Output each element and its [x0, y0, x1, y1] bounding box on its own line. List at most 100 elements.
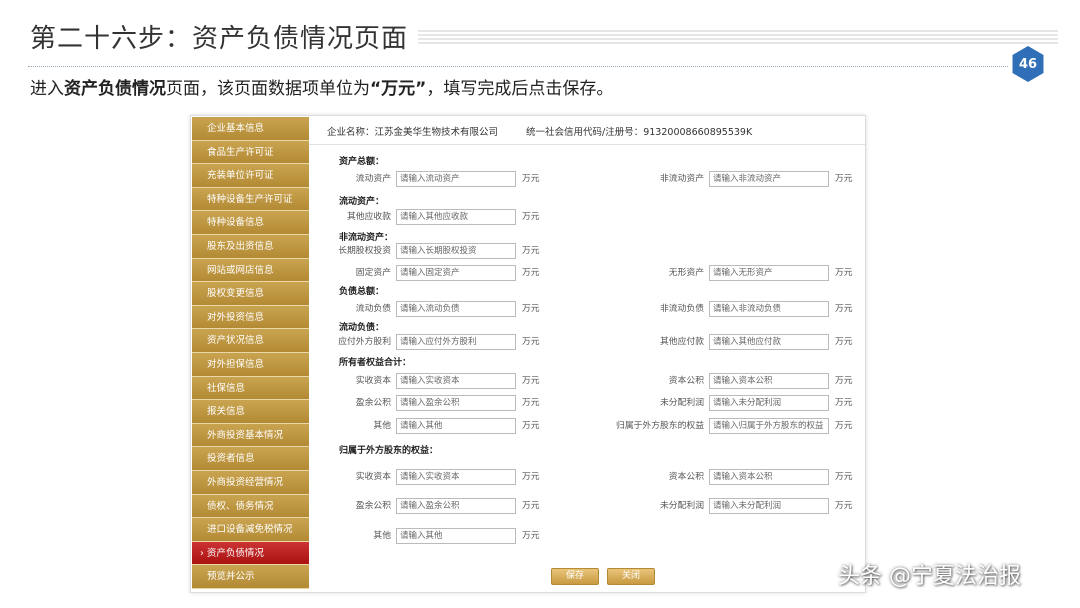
sidebar-item[interactable]: 对外担保信息	[192, 352, 309, 377]
field-input-r2a[interactable]	[396, 209, 516, 225]
sidebar-item[interactable]: 外商投资基本情况	[192, 423, 309, 448]
field-label: 实收资本	[355, 376, 391, 386]
unit-label: 万元	[522, 501, 540, 511]
title-decoration	[418, 30, 1058, 44]
section-current-liabilities: 流动负债：	[339, 323, 385, 333]
field-input-r8b[interactable]	[709, 395, 829, 411]
sidebar-item[interactable]: 特种设备信息	[192, 211, 309, 235]
unit-label: 万元	[522, 376, 540, 386]
sidebar-item[interactable]: 对外投资信息	[192, 305, 309, 330]
sidebar-item[interactable]: 外商投资经营情况	[192, 470, 309, 495]
field-label: 盈余公积	[355, 501, 391, 511]
sidebar-item[interactable]: 食品生产许可证	[192, 140, 309, 165]
unit-label: 万元	[522, 531, 540, 541]
credit-code: 统一社会信用代码/注册号：91320008660895539K	[526, 126, 753, 138]
field-input-r10b[interactable]	[709, 469, 829, 485]
field-input-r8a[interactable]	[396, 395, 516, 411]
unit-label: 万元	[835, 398, 853, 408]
unit-label: 万元	[835, 174, 853, 184]
sidebar-item[interactable]: 资产负债情况	[192, 541, 309, 566]
field-input-r5a[interactable]	[396, 301, 516, 317]
section-foreign-equity: 归属于外方股东的权益：	[339, 446, 439, 456]
close-button[interactable]: 关闭	[607, 568, 655, 585]
field-input-r3a[interactable]	[396, 243, 516, 259]
field-input-r7a[interactable]	[396, 373, 516, 389]
unit-label: 万元	[835, 337, 853, 347]
unit-label: 万元	[835, 421, 853, 431]
field-label: 资本公积	[668, 472, 704, 482]
sidebar-item[interactable]: 社保信息	[192, 376, 309, 401]
unit-label: 万元	[522, 472, 540, 482]
field-input-r4a[interactable]	[396, 265, 516, 281]
unit-label: 万元	[835, 268, 853, 278]
field-input-r9b[interactable]	[709, 418, 829, 434]
field-input-r1b[interactable]	[709, 171, 829, 187]
slide-subtitle: 进入资产负债情况页面，该页面数据项单位为“万元”，填写完成后点击保存。	[30, 74, 613, 99]
field-input-r9a[interactable]	[396, 418, 516, 434]
unit-label: 万元	[835, 376, 853, 386]
field-label: 其他应收款	[347, 212, 391, 222]
unit-label: 万元	[522, 337, 540, 347]
sidebar-item[interactable]: 投资者信息	[192, 447, 309, 471]
unit-label: 万元	[522, 398, 540, 408]
watermark: 头条 @宁夏法治报	[838, 564, 1021, 589]
section-owner-equity: 所有者权益合计：	[339, 358, 412, 368]
subtitle-mid: 页面，该页面数据项单位为	[166, 79, 370, 99]
section-current-assets: 流动资产：	[339, 197, 385, 207]
unit-label: 万元	[522, 174, 540, 184]
field-input-r7b[interactable]	[709, 373, 829, 389]
field-input-r11b[interactable]	[709, 498, 829, 514]
page-number-badge: 46	[1012, 46, 1044, 82]
section-total-assets: 资产总额：	[339, 157, 385, 167]
sidebar-item[interactable]: 充装单位许可证	[192, 164, 309, 188]
sidebar-item[interactable]: 债权、债务情况	[192, 494, 309, 519]
sidebar-nav: 企业基本信息 食品生产许可证 充装单位许可证 特种设备生产许可证 特种设备信息 股东及出资…	[192, 117, 309, 591]
field-label: 其他	[373, 421, 391, 431]
field-label: 应付外方股利	[338, 337, 391, 347]
subtitle-post: ，填写完成后点击保存。	[426, 79, 614, 99]
field-label: 非流动负债	[660, 304, 704, 314]
field-label: 资本公积	[668, 376, 704, 386]
field-label: 归属于外方股东的权益	[616, 421, 704, 431]
subtitle-bold-unit: “万元”	[370, 79, 427, 99]
unit-label: 万元	[522, 421, 540, 431]
unit-label: 万元	[522, 304, 540, 314]
sidebar-item[interactable]: 特种设备生产许可证	[192, 187, 309, 212]
field-input-r6a[interactable]	[396, 334, 516, 350]
subtitle-pre: 进入	[30, 79, 64, 99]
sidebar-item[interactable]: 企业基本信息	[192, 117, 309, 141]
sidebar-item[interactable]: 进口设备减免税情况	[192, 518, 309, 542]
field-label: 无形资产	[668, 268, 704, 278]
sidebar-item[interactable]: 股权变更信息	[192, 282, 309, 306]
main-panel: 企业名称：江苏金美华生物技术有限公司 统一社会信用代码/注册号：91320008…	[309, 117, 865, 591]
subtitle-bold-page: 资产负债情况	[64, 79, 166, 99]
slide-title: 第二十六步：资产负债情况页面	[30, 24, 409, 54]
field-label: 盈余公积	[355, 398, 391, 408]
app-window: 企业基本信息 食品生产许可证 充装单位许可证 特种设备生产许可证 特种设备信息 股东及出资…	[190, 115, 866, 593]
field-input-r5b[interactable]	[709, 301, 829, 317]
field-label: 固定资产	[355, 268, 391, 278]
unit-label: 万元	[835, 501, 853, 511]
field-label: 长期股权投资	[338, 246, 391, 256]
save-button[interactable]: 保存	[551, 568, 599, 585]
sidebar-item[interactable]: 股东及出资信息	[192, 234, 309, 259]
sidebar-item[interactable]: 报关信息	[192, 400, 309, 424]
field-input-r11a[interactable]	[396, 498, 516, 514]
field-label: 未分配利润	[660, 501, 704, 511]
field-input-r10a[interactable]	[396, 469, 516, 485]
field-input-r6b[interactable]	[709, 334, 829, 350]
field-input-r1a[interactable]	[396, 171, 516, 187]
sidebar-item[interactable]: 资产状况信息	[192, 329, 309, 353]
unit-label: 万元	[835, 304, 853, 314]
field-label: 其他	[373, 531, 391, 541]
field-label: 其他应付款	[660, 337, 704, 347]
field-label: 非流动资产	[660, 174, 704, 184]
company-info-bar: 企业名称：江苏金美华生物技术有限公司 统一社会信用代码/注册号：91320008…	[309, 117, 865, 145]
field-input-r12a[interactable]	[396, 528, 516, 544]
sidebar-item[interactable]: 网站或网店信息	[192, 258, 309, 283]
field-label: 流动资产	[355, 174, 391, 184]
unit-label: 万元	[522, 212, 540, 222]
unit-label: 万元	[522, 246, 540, 256]
sidebar-item[interactable]: 预览并公示	[192, 565, 309, 589]
field-input-r4b[interactable]	[709, 265, 829, 281]
